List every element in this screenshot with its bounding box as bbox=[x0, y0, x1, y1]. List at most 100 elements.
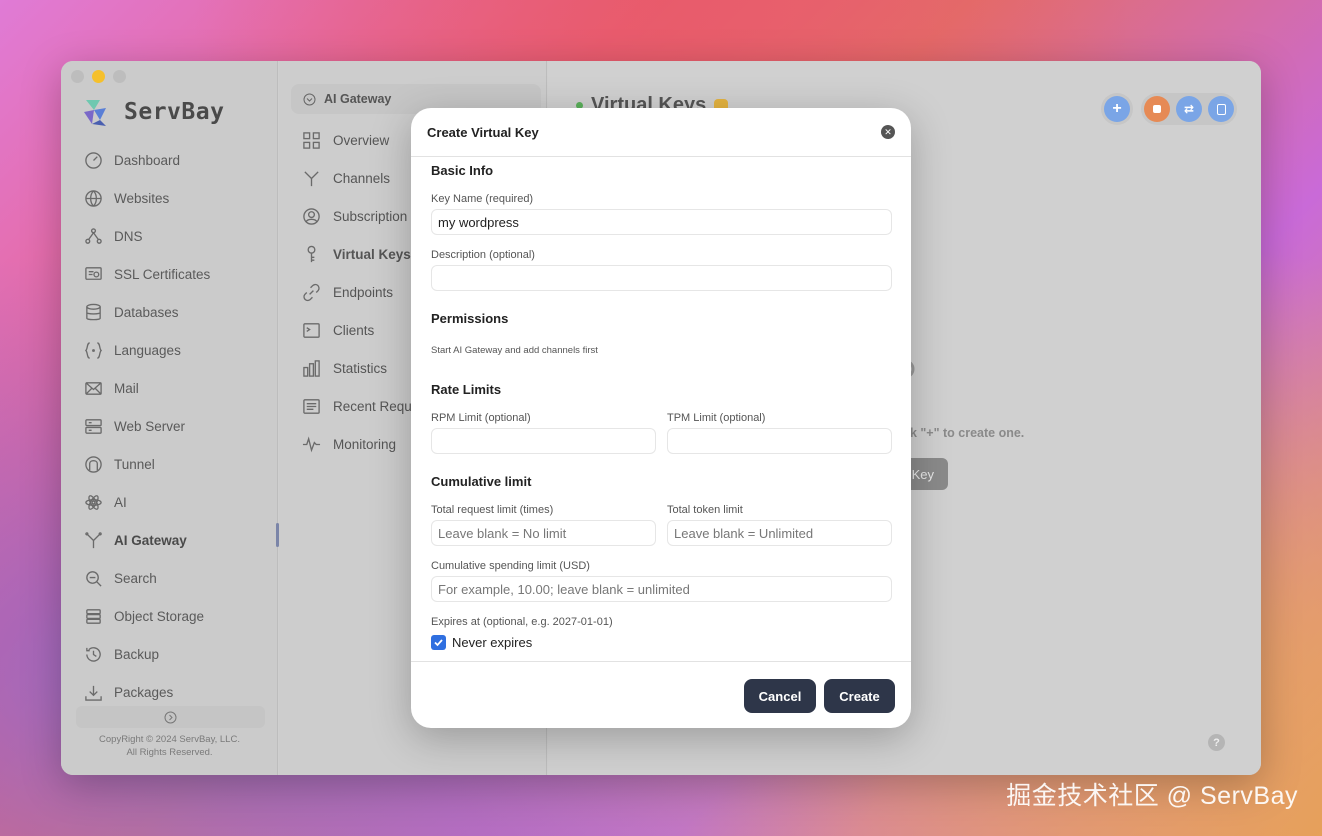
create-key-button-label: Key bbox=[911, 466, 934, 482]
panel-item-channels[interactable]: Channels bbox=[293, 159, 419, 197]
panel-item-monitoring[interactable]: Monitoring bbox=[293, 425, 419, 463]
key-icon bbox=[301, 244, 321, 264]
sidebar-item-label: Tunnel bbox=[114, 456, 155, 472]
rights-line: All Rights Reserved. bbox=[126, 747, 213, 758]
sidebar-item-backup[interactable]: Backup bbox=[75, 635, 265, 673]
sidebar-item-label: AI Gateway bbox=[114, 532, 187, 548]
panel-item-subscription[interactable]: Subscription bbox=[293, 197, 419, 235]
panel-item-recent-reque[interactable]: Recent Reque bbox=[293, 387, 419, 425]
panel-nav: Overview Channels Subscription Virtual Keys… bbox=[293, 121, 419, 463]
stop-icon[interactable] bbox=[1144, 96, 1170, 122]
key-name-input[interactable]: my wordpress bbox=[431, 209, 892, 235]
chevron-down-circle-icon bbox=[303, 93, 316, 105]
sidebar-item-search[interactable]: Search bbox=[75, 559, 265, 597]
help-icon[interactable]: ? bbox=[1208, 734, 1225, 751]
close-window-button[interactable] bbox=[71, 70, 84, 83]
app-logo: ServBay bbox=[80, 96, 224, 128]
total-request-limit-input[interactable]: Leave blank = No limit bbox=[431, 520, 656, 546]
panel-item-label: Virtual Keys bbox=[333, 246, 411, 262]
gateway-icon bbox=[83, 530, 103, 550]
panel-item-label: Recent Reque bbox=[333, 398, 420, 414]
sidebar-item-label: Backup bbox=[114, 646, 160, 662]
sidebar-item-dashboard[interactable]: Dashboard bbox=[75, 141, 265, 179]
sidebar-item-languages[interactable]: Languages bbox=[75, 331, 265, 369]
permissions-hint: Start AI Gateway and add channels first bbox=[431, 345, 598, 356]
total-request-limit-label: Total request limit (times) bbox=[431, 504, 554, 516]
panel-item-label: Monitoring bbox=[333, 436, 397, 452]
sidebar-item-label: Search bbox=[114, 570, 157, 586]
sidebar-item-ai-gateway[interactable]: AI Gateway bbox=[75, 521, 265, 559]
globe-icon bbox=[83, 188, 103, 208]
server-icon bbox=[83, 416, 103, 436]
sidebar-item-label: Dashboard bbox=[114, 152, 181, 168]
never-expires-checkbox[interactable] bbox=[431, 635, 446, 650]
plus-icon[interactable]: + bbox=[1104, 96, 1130, 122]
panel-header-label: AI Gateway bbox=[324, 92, 392, 106]
empty-state-hint: ck "+" to create one. bbox=[903, 426, 1025, 440]
fork-icon bbox=[301, 168, 321, 188]
sync-icon[interactable]: ⇄ bbox=[1176, 96, 1202, 122]
tpm-limit-label: TPM Limit (optional) bbox=[667, 412, 766, 424]
panel-item-clients[interactable]: Clients bbox=[293, 311, 419, 349]
copyright-line: CopyRight © 2024 ServBay, LLC. bbox=[99, 734, 240, 745]
panel-item-label: Endpoints bbox=[333, 284, 394, 300]
rpm-limit-input[interactable] bbox=[431, 428, 656, 454]
sidebar-nav: Dashboard Websites DNS SSL Certificates Data… bbox=[75, 141, 265, 711]
sidebar-item-label: Web Server bbox=[114, 418, 186, 434]
checkmark-icon bbox=[434, 639, 443, 647]
tunnel-icon bbox=[83, 454, 103, 474]
log-icon[interactable] bbox=[1208, 96, 1234, 122]
spending-limit-label: Cumulative spending limit (USD) bbox=[431, 560, 590, 572]
total-token-limit-input[interactable]: Leave blank = Unlimited bbox=[667, 520, 892, 546]
dialog-header: Create Virtual Key ✕ bbox=[411, 108, 911, 157]
dns-icon bbox=[83, 226, 103, 246]
sidebar-item-ssl-certificates[interactable]: SSL Certificates bbox=[75, 255, 265, 293]
app-name: ServBay bbox=[124, 99, 225, 125]
minimize-window-button[interactable] bbox=[92, 70, 105, 83]
section-rate-limits: Rate Limits bbox=[431, 382, 502, 397]
sidebar-item-websites[interactable]: Websites bbox=[75, 179, 265, 217]
sidebar-item-label: DNS bbox=[114, 228, 143, 244]
zoom-window-button[interactable] bbox=[113, 70, 126, 83]
cancel-button[interactable]: Cancel bbox=[744, 679, 816, 713]
tpm-limit-input[interactable] bbox=[667, 428, 892, 454]
certificate-icon bbox=[83, 264, 103, 284]
collapse-sidebar-button[interactable] bbox=[76, 706, 265, 728]
toolbar-group-actions: ⇄ bbox=[1141, 93, 1237, 125]
terminal-icon bbox=[301, 320, 321, 340]
close-icon[interactable]: ✕ bbox=[881, 125, 895, 139]
panel-item-statistics[interactable]: Statistics bbox=[293, 349, 419, 387]
chevron-right-icon bbox=[164, 711, 177, 723]
never-expires-row[interactable]: Never expires bbox=[431, 635, 532, 650]
sidebar-item-web-server[interactable]: Web Server bbox=[75, 407, 265, 445]
bar-chart-icon bbox=[301, 358, 321, 378]
user-circle-icon bbox=[301, 206, 321, 226]
pulse-icon bbox=[301, 434, 321, 454]
panel-item-overview[interactable]: Overview bbox=[293, 121, 419, 159]
sidebar-item-tunnel[interactable]: Tunnel bbox=[75, 445, 265, 483]
section-permissions: Permissions bbox=[431, 311, 509, 326]
spending-limit-input[interactable]: For example, 10.00; leave blank = unlimi… bbox=[431, 576, 892, 602]
sidebar-item-databases[interactable]: Databases bbox=[75, 293, 265, 331]
never-expires-label: Never expires bbox=[452, 635, 533, 650]
sidebar-item-ai[interactable]: AI bbox=[75, 483, 265, 521]
window-controls bbox=[71, 70, 126, 83]
description-input[interactable] bbox=[431, 265, 892, 291]
copyright: CopyRight © 2024 ServBay, LLC. All Right… bbox=[61, 733, 278, 759]
panel-item-label: Overview bbox=[333, 132, 390, 148]
key-name-label: Key Name (required) bbox=[431, 193, 534, 205]
section-cumulative-limit: Cumulative limit bbox=[431, 474, 532, 489]
sidebar-item-dns[interactable]: DNS bbox=[75, 217, 265, 255]
panel-item-label: Channels bbox=[333, 170, 391, 186]
sidebar-item-mail[interactable]: Mail bbox=[75, 369, 265, 407]
section-basic-info: Basic Info bbox=[431, 163, 494, 178]
create-button[interactable]: Create bbox=[824, 679, 895, 713]
expires-at-label: Expires at (optional, e.g. 2027-01-01) bbox=[431, 616, 613, 628]
sidebar-item-object-storage[interactable]: Object Storage bbox=[75, 597, 265, 635]
gauge-icon bbox=[83, 150, 103, 170]
mail-icon bbox=[83, 378, 103, 398]
sidebar-item-label: SSL Certificates bbox=[114, 266, 211, 282]
panel-item-virtual-keys[interactable]: Virtual Keys bbox=[293, 235, 419, 273]
panel-item-endpoints[interactable]: Endpoints bbox=[293, 273, 419, 311]
list-icon bbox=[301, 396, 321, 416]
